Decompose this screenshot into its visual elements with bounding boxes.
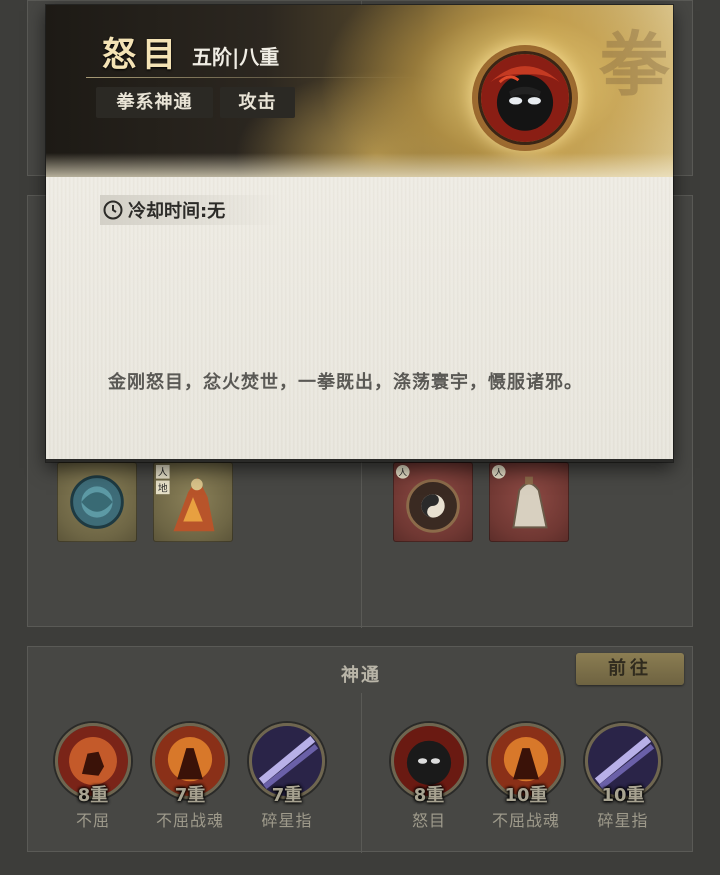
fire-warrior-icon: 人 地 <box>155 464 215 532</box>
skill-slot[interactable]: 10重 不屈战魂 <box>481 723 571 831</box>
skill-name: 怒目 <box>411 811 446 830</box>
clock-icon <box>103 200 123 220</box>
skill-name: 不屈战魂 <box>155 811 224 830</box>
equipment-card-warrior[interactable]: 人 地 <box>153 462 233 542</box>
skill-slot[interactable]: 7重 不屈战魂 <box>145 723 235 831</box>
skill-tier: 8重 <box>77 785 109 806</box>
equipment-card-bell[interactable]: 人 <box>489 462 569 542</box>
skill-name: 碎星指 <box>261 811 313 830</box>
header-divider <box>86 77 416 78</box>
skill-name: 不屈 <box>75 811 110 830</box>
skill-tier: 10重 <box>504 785 548 806</box>
skill-slot[interactable]: 8重 不屈 <box>48 723 138 831</box>
skills-panel: 神通 前往 8重 不屈 7重 不屈战魂 7重 碎星指 8重 怒目 10重 不屈战… <box>27 646 693 853</box>
skill-slot[interactable]: 8重 怒目 <box>384 723 474 831</box>
badge-ren: 人 <box>158 467 168 479</box>
skill-tooltip-popup: 拳 怒目 五阶|八重 拳系神通 攻击 冷却时间:无 金刚怒目，忿火焚世，一拳既出… <box>46 5 673 462</box>
skill-category-tag: 攻击 <box>220 87 295 118</box>
skill-name: 碎星指 <box>597 811 649 830</box>
badge-ren: 人 <box>494 468 503 479</box>
cooldown-row: 冷却时间:无 <box>100 195 280 225</box>
skill-name: 不屈战魂 <box>491 811 560 830</box>
skill-title: 怒目 <box>102 35 182 75</box>
equipment-card-orb[interactable] <box>57 462 137 542</box>
skill-tier: 10重 <box>601 785 645 806</box>
badge-di: 地 <box>158 481 168 494</box>
skill-tier: 7重 <box>271 785 303 806</box>
skill-description: 金刚怒目，忿火焚世，一拳既出，涤荡寰宇，慑服诸邪。 <box>108 372 583 393</box>
goto-button[interactable]: 前往 <box>576 653 684 685</box>
cooldown-label: 冷却时间:无 <box>128 201 226 222</box>
skill-tier: 7重 <box>174 785 206 806</box>
badge-ren: 人 <box>398 468 407 479</box>
skill-rank: 五阶|八重 <box>192 45 280 69</box>
bell-artifact-icon: 人 <box>491 464 548 529</box>
glaring-eyes-icon <box>481 54 569 142</box>
skill-slot[interactable]: 10重 碎星指 <box>578 723 668 831</box>
skill-slot[interactable]: 7重 碎星指 <box>242 723 332 831</box>
panel-divider <box>361 693 362 853</box>
skill-type-tag: 拳系神通 <box>96 87 213 118</box>
equipment-card-taiji[interactable]: 人 <box>393 462 473 542</box>
watermark-glyph: 拳 <box>599 23 669 106</box>
taiji-compass-icon: 人 <box>395 464 460 533</box>
skill-tier: 8重 <box>413 785 445 806</box>
skill-emblem <box>472 45 578 151</box>
popup-body: 冷却时间:无 金刚怒目，忿火焚世，一拳既出，涤荡寰宇，慑服诸邪。 <box>46 177 673 462</box>
popup-header: 拳 怒目 五阶|八重 拳系神通 攻击 <box>46 5 673 183</box>
orb-artifact-icon <box>70 475 124 529</box>
